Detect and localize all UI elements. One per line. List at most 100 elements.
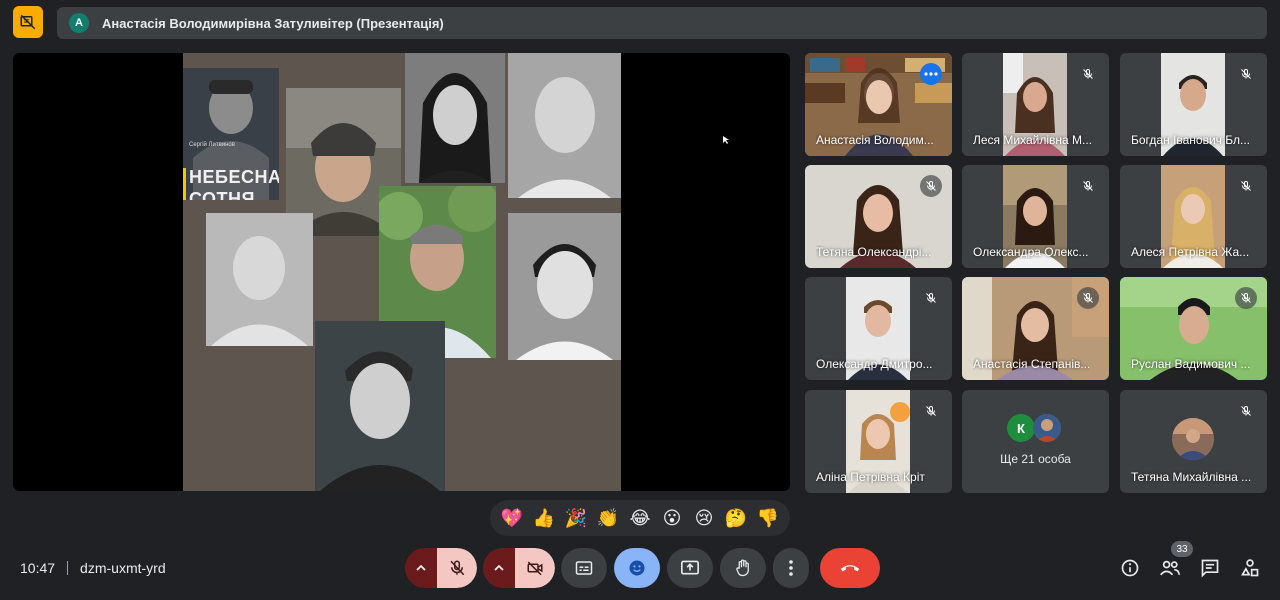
mic-off-icon (1077, 63, 1099, 85)
mic-off-icon (1077, 175, 1099, 197)
portrait-photo (508, 53, 621, 198)
participant-name: Леся Михайлівна М... (973, 133, 1092, 147)
clock-time: 10:47 (20, 560, 56, 576)
others-avatar-photo (1033, 414, 1061, 442)
participant-name: Богдан Іванович Бл... (1131, 133, 1250, 147)
camera-off-icon (527, 561, 543, 576)
presenter-avatar: А (69, 13, 89, 33)
divider (67, 561, 69, 575)
info-icon (1121, 559, 1139, 577)
participant-name: Анастасія Степанів... (973, 357, 1091, 371)
portrait-photo (405, 53, 505, 183)
mic-off-icon (1235, 175, 1257, 197)
reaction-party-popper[interactable]: 🎉 (562, 508, 590, 528)
participant-tile[interactable]: Богдан Іванович Бл... (1120, 53, 1267, 156)
reactions-bar: 💖 👍 🎉 👏 😂 😮 😢 🤔 👎 (490, 500, 790, 536)
book-author: Сергій Литвинов (189, 142, 235, 148)
portrait-photo (206, 213, 313, 346)
presentation-slide: Сергій Литвинов НЕБЕСНА СОТНЯ (183, 53, 621, 491)
participant-tile[interactable]: Аліна Петрівна Кріт (805, 390, 952, 493)
people-icon (1160, 560, 1181, 576)
call-controls (405, 548, 887, 588)
presenter-title: Анастасія Володимирівна Затуливітер (Пре… (102, 15, 444, 31)
participant-name: Анастасія Володим... (816, 133, 934, 147)
side-panel-controls (1118, 556, 1278, 580)
portrait-photo (508, 213, 621, 360)
reaction-laughing[interactable]: 😂 (626, 508, 654, 528)
camera-options-button[interactable] (483, 548, 515, 588)
book-accent-bar (183, 168, 186, 200)
reaction-surprised[interactable]: 😮 (658, 508, 686, 528)
present-screen-button[interactable] (667, 548, 713, 588)
meet-logo-icon (13, 6, 43, 38)
meeting-code: dzm-uxmt-yrd (80, 560, 166, 576)
mic-off-icon (1235, 287, 1257, 309)
meeting-info: 10:47 dzm-uxmt-yrd (20, 560, 166, 576)
mic-options-button[interactable] (405, 548, 437, 588)
participant-name: Тетяна Михайлівна ... (1131, 470, 1252, 484)
chat-icon (1201, 559, 1219, 578)
reaction-sparkling-heart[interactable]: 💖 (498, 508, 526, 528)
reaction-thumbs-down[interactable]: 👎 (754, 508, 782, 528)
smiley-icon (629, 560, 645, 576)
participant-tile[interactable]: Тетяна Олександрі... (805, 165, 952, 268)
mic-off-icon (920, 287, 942, 309)
activities-button[interactable] (1238, 556, 1262, 580)
participant-tile[interactable]: Руслан Вадимович ... (1120, 277, 1267, 380)
presentation-bar[interactable]: А Анастасія Володимирівна Затуливітер (П… (57, 7, 1267, 39)
captions-icon (575, 561, 593, 575)
reaction-thumbs-up[interactable]: 👍 (530, 508, 558, 528)
reaction-clapping[interactable]: 👏 (594, 508, 622, 528)
mic-control-group (405, 548, 477, 588)
others-avatar: К (1007, 414, 1035, 442)
mic-off-icon (1235, 400, 1257, 422)
more-options-icon[interactable] (920, 63, 942, 85)
camera-control-group (483, 548, 555, 588)
people-button[interactable] (1158, 556, 1182, 580)
leave-call-button[interactable] (820, 548, 880, 588)
reaction-thinking[interactable]: 🤔 (722, 508, 750, 528)
mic-off-icon (920, 400, 942, 422)
participant-name: Руслан Вадимович ... (1131, 357, 1251, 371)
participant-grid: Анастасія Володим... Леся Михайлівна М..… (805, 53, 1267, 493)
portrait-photo (315, 321, 445, 491)
mic-off-icon (450, 560, 465, 576)
participant-name: Олександр Дмитро... (816, 357, 933, 371)
participant-tile[interactable]: Алеся Петрівна Жа... (1120, 165, 1267, 268)
participant-name: Тетяна Олександрі... (816, 245, 932, 259)
more-vert-icon (789, 560, 793, 576)
camera-toggle-button[interactable] (515, 548, 555, 588)
participant-tile[interactable]: Тетяна Михайлівна ... (1120, 390, 1267, 493)
mouse-cursor-icon (723, 136, 729, 144)
others-tile[interactable]: К Ще 21 особа (962, 390, 1109, 493)
participant-tile[interactable]: Олександр Дмитро... (805, 277, 952, 380)
others-count-label: Ще 21 особа (1000, 452, 1071, 466)
hang-up-icon (840, 565, 860, 572)
mic-off-icon (920, 175, 942, 197)
activities-icon (1241, 559, 1259, 577)
book-title: НЕБЕСНА СОТНЯ (189, 167, 279, 200)
hand-icon (736, 559, 749, 577)
participant-name: Аліна Петрівна Кріт (816, 470, 925, 484)
participant-name: Олександра Олекс... (973, 245, 1089, 259)
participant-tile[interactable]: Анастасія Володим... (805, 53, 952, 156)
participant-name: Алеся Петрівна Жа... (1131, 245, 1250, 259)
people-count-badge: 33 (1171, 541, 1193, 557)
mic-off-icon (1235, 63, 1257, 85)
mic-toggle-button[interactable] (437, 548, 477, 588)
participant-tile[interactable]: Леся Михайлівна М... (962, 53, 1109, 156)
reaction-crying[interactable]: 😢 (690, 508, 718, 528)
present-icon (681, 560, 699, 575)
participant-avatar (1172, 418, 1214, 460)
more-options-button[interactable] (773, 548, 809, 588)
meeting-details-button[interactable] (1118, 556, 1142, 580)
chat-button[interactable] (1198, 556, 1222, 580)
presentation-stage[interactable]: Сергій Литвинов НЕБЕСНА СОТНЯ (13, 53, 790, 491)
participant-tile[interactable]: Олександра Олекс... (962, 165, 1109, 268)
mic-off-icon (1077, 287, 1099, 309)
raise-hand-button[interactable] (720, 548, 766, 588)
emoji-reactions-button[interactable] (614, 548, 660, 588)
participant-tile[interactable]: Анастасія Степанів... (962, 277, 1109, 380)
captions-button[interactable] (561, 548, 607, 588)
book-cover-image: Сергій Литвинов НЕБЕСНА СОТНЯ (183, 68, 279, 200)
